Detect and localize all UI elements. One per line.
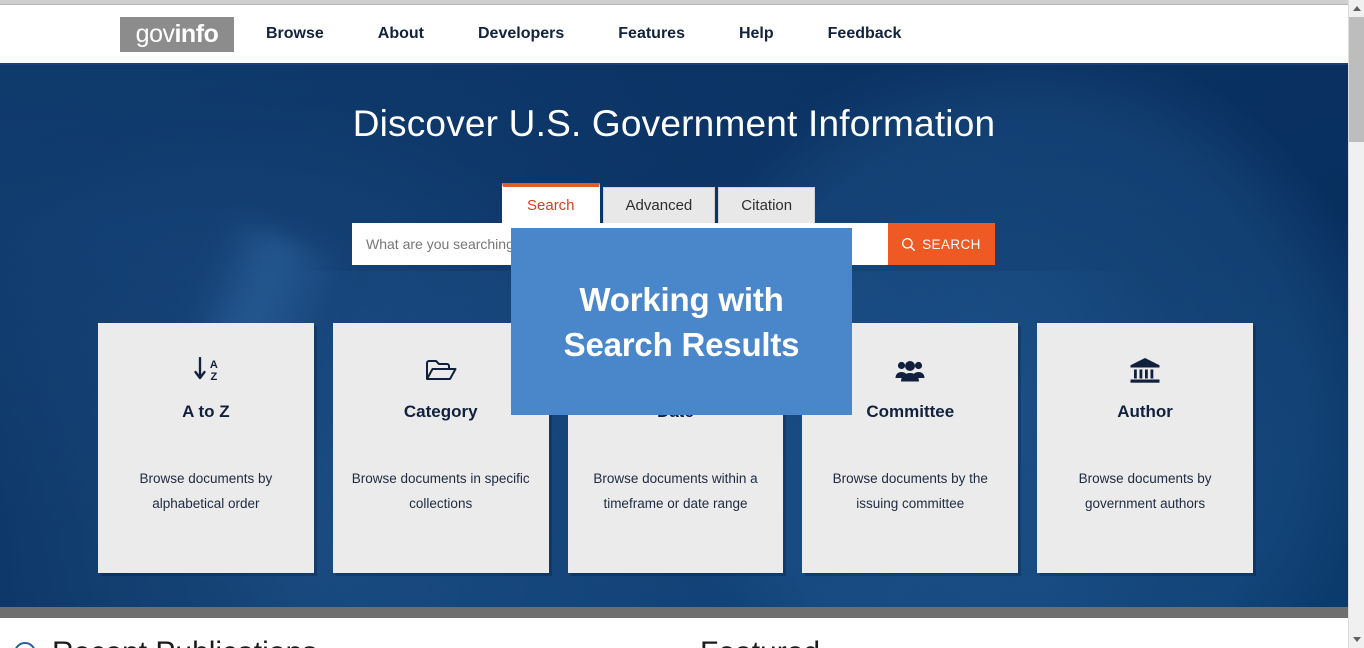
tab-citation[interactable]: Citation bbox=[718, 187, 816, 223]
browse-card-description: Browse documents by alphabetical order bbox=[139, 471, 273, 511]
callout-overlay: Working with Search Results bbox=[511, 228, 852, 415]
open-folder-icon bbox=[425, 355, 457, 387]
tab-search[interactable]: Search bbox=[502, 183, 600, 223]
browse-card-author[interactable]: Author Browse documents by government au… bbox=[1037, 323, 1253, 573]
nav-item-feedback[interactable]: Feedback bbox=[801, 25, 929, 43]
sort-a-to-z-icon: AZ bbox=[194, 355, 218, 387]
site-header: govinfo Browse About Developers Features… bbox=[0, 5, 1348, 65]
nav-item-browse[interactable]: Browse bbox=[266, 25, 351, 43]
nav-item-developers[interactable]: Developers bbox=[451, 25, 591, 43]
featured-heading: Featured bbox=[700, 636, 820, 648]
recent-publications-group: Recent Publications bbox=[14, 636, 317, 648]
recent-publications-icon bbox=[14, 642, 36, 648]
group-people-icon bbox=[895, 355, 925, 387]
nav-item-help[interactable]: Help bbox=[712, 25, 801, 43]
nav-item-features[interactable]: Features bbox=[591, 25, 712, 43]
tab-advanced[interactable]: Advanced bbox=[602, 187, 716, 223]
govinfo-logo[interactable]: govinfo bbox=[120, 16, 234, 52]
browse-card-description: Browse documents by government authors bbox=[1078, 471, 1212, 511]
callout-line-2: Search Results bbox=[563, 325, 800, 363]
search-button[interactable]: SEARCH bbox=[888, 223, 995, 265]
below-fold-section: Recent Publications Featured bbox=[0, 618, 1348, 648]
scrollbar-thumb[interactable] bbox=[1349, 17, 1364, 142]
browse-card-description: Browse documents within a timeframe or d… bbox=[593, 471, 758, 511]
scroll-down-arrow[interactable] bbox=[1349, 631, 1364, 648]
browse-card-title: Author bbox=[1117, 402, 1173, 421]
search-tab-list: Search Advanced Citation bbox=[502, 183, 995, 223]
hero-bottom-divider bbox=[0, 607, 1348, 618]
recent-publications-heading: Recent Publications bbox=[52, 636, 317, 648]
browse-card-title: Committee bbox=[866, 402, 955, 421]
bank-building-icon bbox=[1130, 355, 1160, 387]
search-button-label: SEARCH bbox=[922, 236, 981, 252]
search-icon bbox=[902, 237, 916, 251]
browse-card-description: Browse documents in specific collections bbox=[351, 471, 530, 511]
browse-card-title: A to Z bbox=[182, 402, 230, 421]
logo-text-bold: info bbox=[174, 19, 219, 48]
browser-viewport: govinfo Browse About Developers Features… bbox=[0, 0, 1364, 648]
logo-text: govinfo bbox=[135, 19, 219, 48]
callout-line-1: Working with bbox=[579, 280, 784, 318]
page-title: Discover U.S. Government Information bbox=[352, 103, 996, 144]
vertical-scrollbar[interactable] bbox=[1348, 0, 1364, 648]
scroll-up-arrow[interactable] bbox=[1349, 0, 1364, 17]
logo-text-light: gov bbox=[135, 19, 175, 48]
browse-card-a-to-z[interactable]: AZ A to Z Browse documents by alphabetic… bbox=[98, 323, 314, 573]
callout-text: Working with Search Results bbox=[564, 277, 800, 367]
browse-card-title: Category bbox=[403, 402, 478, 421]
main-navigation: Browse About Developers Features Help Fe… bbox=[266, 25, 928, 43]
browse-card-description: Browse documents by the issuing committe… bbox=[832, 471, 988, 511]
nav-item-about[interactable]: About bbox=[351, 25, 451, 43]
